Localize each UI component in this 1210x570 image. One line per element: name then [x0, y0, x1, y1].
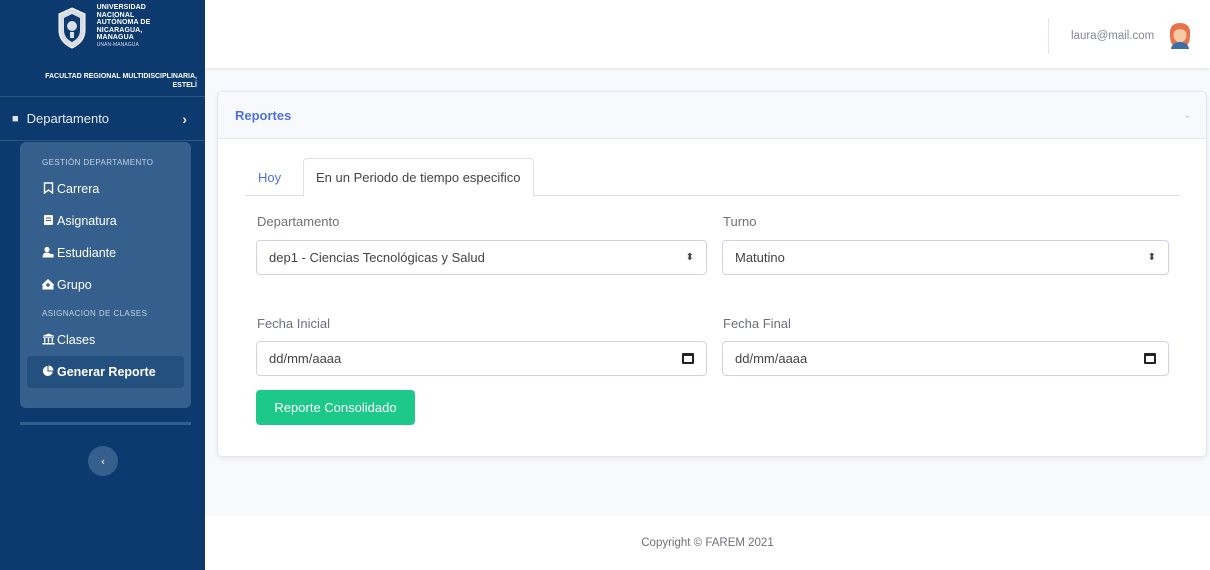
university-name: UNIVERSIDAD NACIONAL AUTÓNOMA DE NICARAG… — [97, 4, 151, 49]
university-line: NICARAGUA, — [96, 26, 143, 34]
chevron-right-icon: › — [182, 110, 187, 127]
sidebar-item-label: Asignatura — [57, 214, 117, 228]
tab-periodo[interactable]: En un Periodo de tiempo especifico — [303, 158, 534, 197]
university-line: NACIONAL — [96, 11, 135, 19]
sidebar-item-asignatura[interactable]: Asignatura — [20, 205, 191, 237]
submenu-header-gestion: GESTIÓN DEPARTAMENTO — [42, 158, 154, 167]
sidebar-item-label: Carrera — [57, 182, 100, 196]
departamento-value: dep1 - Ciencias Tecnológicas y Salud — [269, 250, 485, 265]
chevron-down-icon[interactable]: ⌄ — [1183, 108, 1192, 121]
sidebar-item-label: Clases — [57, 333, 96, 347]
fecha-inicial-placeholder: dd/mm/aaaa — [269, 351, 342, 366]
turno-label: Turno — [723, 214, 757, 229]
university-sub: UNAN-MANAGUA — [96, 41, 139, 48]
sidebar-item-departamento[interactable]: ■ Departamento › — [0, 97, 205, 141]
card-title: Reportes — [235, 107, 292, 123]
user-email[interactable]: laura@mail.com — [1071, 30, 1154, 42]
bookmark-icon — [41, 181, 55, 197]
submenu-header-asignacion: ASIGNACION DE CLASES — [42, 309, 148, 318]
calendar-icon[interactable] — [1144, 353, 1156, 364]
sidebar-item-label: Grupo — [57, 278, 92, 292]
faculty-line-2: ESTELÍ — [172, 82, 197, 89]
pie-chart-icon — [41, 365, 55, 380]
calendar-icon[interactable] — [682, 353, 694, 364]
sidebar: UNIVERSIDAD NACIONAL AUTÓNOMA DE NICARAG… — [0, 0, 205, 570]
brand[interactable]: UNIVERSIDAD NACIONAL AUTÓNOMA DE NICARAG… — [0, 0, 205, 97]
fecha-final-input[interactable]: dd/mm/aaaa — [722, 341, 1169, 376]
card-header[interactable]: Reportes ⌄ — [218, 92, 1206, 139]
footer: Copyright © FAREM 2021 — [205, 516, 1210, 570]
group-icon — [41, 278, 55, 293]
sidebar-item-generar-reporte[interactable]: Generar Reporte — [27, 356, 184, 388]
university-line: UNIVERSIDAD — [96, 4, 146, 11]
fecha-final-label: Fecha Final — [723, 316, 791, 331]
turno-select[interactable]: Matutino ⬍ — [722, 240, 1169, 275]
copyright-text: Copyright © FAREM 2021 — [641, 537, 774, 549]
reporte-consolidado-button[interactable]: Reporte Consolidado — [256, 390, 415, 425]
faculty-line-1: FACULTAD REGIONAL MULTIDISCIPLINARIA, — [45, 73, 197, 80]
select-arrows-icon: ⬍ — [685, 252, 694, 263]
sidebar-item-carrera[interactable]: Carrera — [20, 173, 191, 205]
sidebar-item-estudiante[interactable]: Estudiante — [20, 237, 191, 269]
sidebar-divider — [20, 422, 191, 425]
turno-value: Matutino — [735, 250, 785, 265]
reportes-card: Reportes ⌄ Hoy En un Periodo de tiempo e… — [217, 91, 1207, 457]
select-arrows-icon: ⬍ — [1147, 252, 1156, 263]
folder-icon: ■ — [12, 112, 19, 125]
fecha-inicial-label: Fecha Inicial — [257, 316, 330, 331]
avatar[interactable] — [1167, 21, 1193, 49]
topbar: laura@mail.com — [205, 0, 1210, 68]
faculty-name: FACULTAD REGIONAL MULTIDISCIPLINARIA, ES… — [0, 62, 205, 90]
university-line: MANAGUA — [96, 34, 134, 41]
sidebar-item-label: Generar Reporte — [57, 365, 156, 379]
chevron-left-icon: ‹ — [100, 454, 106, 468]
sidebar-item-grupo[interactable]: Grupo — [20, 269, 191, 301]
university-line: AUTÓNOMA DE — [96, 19, 151, 26]
sidebar-item-clases[interactable]: Clases — [20, 324, 191, 356]
sidebar-item-label: Departamento — [26, 111, 110, 126]
book-icon — [41, 214, 55, 229]
topbar-divider — [1048, 18, 1049, 54]
fecha-inicial-input[interactable]: dd/mm/aaaa — [256, 341, 707, 376]
departamento-select[interactable]: dep1 - Ciencias Tecnológicas y Salud ⬍ — [256, 240, 707, 275]
department-submenu: GESTIÓN DEPARTAMENTO Carrera Asignatura … — [20, 142, 191, 408]
university-icon — [41, 333, 55, 348]
departamento-label: Departamento — [257, 214, 340, 229]
fecha-final-placeholder: dd/mm/aaaa — [735, 351, 808, 366]
user-icon — [41, 246, 55, 261]
report-tabs: Hoy En un Periodo de tiempo especifico — [245, 158, 1180, 197]
tab-hoy[interactable]: Hoy — [258, 158, 281, 196]
sidebar-toggle-button[interactable]: ‹ — [88, 446, 118, 476]
university-seal-icon — [58, 7, 86, 49]
sidebar-item-label: Estudiante — [57, 246, 117, 260]
